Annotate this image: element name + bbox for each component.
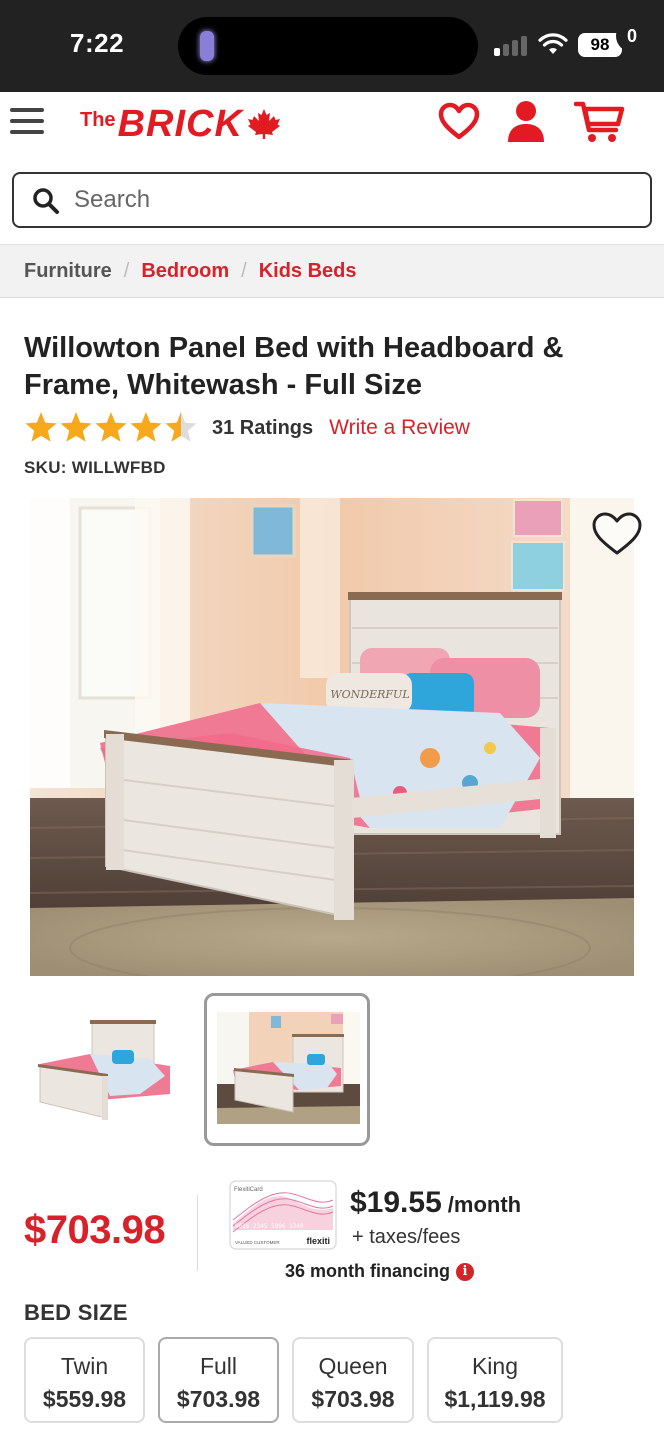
size-option-name: Full xyxy=(199,1353,238,1379)
size-option-price: $703.98 xyxy=(311,1386,395,1412)
financing-term-text: 36 month financing xyxy=(285,1261,451,1281)
breadcrumb: Furniture / Bedroom / Kids Beds xyxy=(0,244,664,298)
product-main-image[interactable]: WONDERFUL xyxy=(30,498,634,976)
taxes-fees-note: + taxes/fees xyxy=(352,1226,461,1248)
size-option-price: $559.98 xyxy=(42,1386,127,1412)
breadcrumb-separator: / xyxy=(241,259,247,282)
flashlight-indicator-icon xyxy=(200,31,214,61)
size-option-price: $1,119.98 xyxy=(444,1386,546,1412)
dynamic-island xyxy=(178,17,478,75)
star-icon xyxy=(60,412,92,442)
product-price: $703.98 xyxy=(24,1208,166,1252)
logo-brick: BRICK xyxy=(117,103,243,145)
search-bar[interactable] xyxy=(12,172,652,228)
breadcrumb-separator: / xyxy=(123,259,130,282)
size-option-twin[interactable]: Twin $559.98 xyxy=(24,1337,145,1423)
svg-text:VALUED CUSTOMER: VALUED CUSTOMER xyxy=(235,1240,280,1245)
status-bar: 7:22 98 xyxy=(0,0,664,92)
thumbnail-bed-product[interactable] xyxy=(30,1014,180,1122)
star-half-icon xyxy=(165,412,197,442)
size-option-queen[interactable]: Queen $703.98 xyxy=(292,1337,414,1423)
star-rating[interactable] xyxy=(24,411,204,445)
star-icon xyxy=(95,412,127,442)
logo-the: The xyxy=(80,109,116,131)
svg-text:FlexitiCard: FlexitiCard xyxy=(234,1187,263,1193)
financing-term: 36 month financing i xyxy=(285,1261,475,1282)
svg-text:WONDERFUL: WONDERFUL xyxy=(330,688,409,701)
star-icon xyxy=(130,412,162,442)
size-option-name: Queen xyxy=(318,1353,388,1379)
write-review-link[interactable]: Write a Review xyxy=(329,416,470,440)
size-option-king[interactable]: King $1,119.98 xyxy=(427,1337,563,1423)
info-icon[interactable]: i xyxy=(456,1262,475,1281)
ratings-count[interactable]: 31 Ratings xyxy=(212,417,313,440)
bed-size-label: BED SIZE xyxy=(24,1300,128,1325)
monthly-payment: $19.55 /month xyxy=(350,1186,521,1220)
shopping-cart-icon[interactable] xyxy=(574,100,626,144)
account-user-icon[interactable] xyxy=(506,100,546,142)
site-header: The BRICK xyxy=(0,92,664,164)
size-option-name: Twin xyxy=(60,1353,109,1379)
brand-logo[interactable]: The BRICK xyxy=(80,104,281,144)
monthly-amount: $19.55 xyxy=(350,1186,442,1219)
svg-text:9026 2345 5896 1249: 9026 2345 5896 1249 xyxy=(235,1223,304,1230)
price-divider xyxy=(197,1195,198,1271)
search-input[interactable] xyxy=(74,180,634,220)
monthly-unit: /month xyxy=(447,1192,522,1217)
svg-text:flexiti: flexiti xyxy=(306,1236,330,1246)
size-option-full[interactable]: Full $703.98 xyxy=(158,1337,279,1423)
wishlist-heart-icon[interactable] xyxy=(438,102,480,142)
thumbnail-bed-room[interactable] xyxy=(204,993,370,1146)
breadcrumb-furniture[interactable]: Furniture xyxy=(24,260,112,283)
status-time: 7:22 xyxy=(70,28,125,58)
product-title: Willowton Panel Bed with Headboard & Fra… xyxy=(24,332,564,401)
menu-icon[interactable] xyxy=(10,106,44,136)
maple-leaf-icon xyxy=(247,109,280,139)
cart-count-badge[interactable]: 0 xyxy=(616,20,648,52)
star-icon xyxy=(25,412,57,442)
product-sku: SKU: WILLWFBD xyxy=(24,458,166,477)
size-option-name: King xyxy=(471,1353,519,1379)
wifi-icon xyxy=(538,33,568,54)
flexiti-card-image[interactable]: FlexitiCard 9026 2345 5896 1249 VALUED C… xyxy=(229,1180,337,1250)
search-icon[interactable] xyxy=(32,187,60,215)
cellular-signal-icon xyxy=(494,36,530,56)
rating-row: 31 Ratings Write a Review xyxy=(24,408,470,448)
add-to-wishlist-heart-icon[interactable] xyxy=(590,510,644,558)
breadcrumb-bedroom[interactable]: Bedroom xyxy=(141,260,229,283)
size-option-price: $703.98 xyxy=(176,1386,261,1412)
breadcrumb-kids-beds[interactable]: Kids Beds xyxy=(259,260,357,283)
